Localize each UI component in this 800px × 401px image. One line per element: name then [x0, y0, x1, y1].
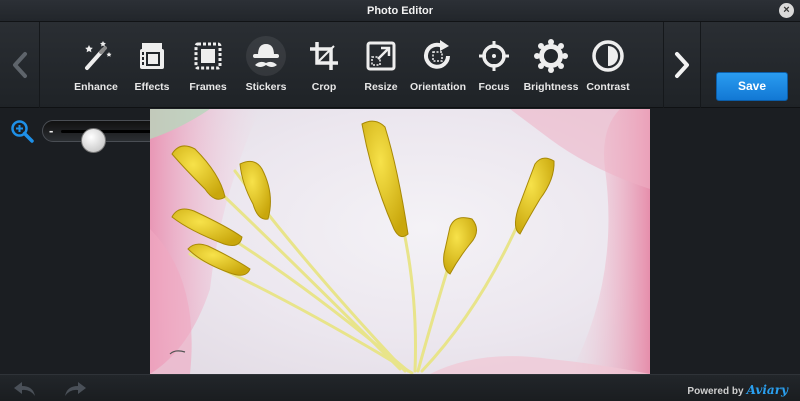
window-title: Photo Editor [367, 5, 433, 17]
toolbar: Enhance Effects Frames Stickers Crop Res… [0, 22, 800, 108]
title-bar: Photo Editor × [0, 0, 800, 22]
redo-button[interactable] [62, 379, 88, 399]
magic-wand-icon [79, 39, 113, 73]
focus-icon [477, 39, 511, 73]
crop-icon [307, 39, 341, 73]
tool-contrast-label: Contrast [586, 81, 630, 93]
scroll-right-button[interactable] [663, 22, 701, 108]
chevron-right-icon [675, 52, 689, 78]
redo-icon [65, 382, 86, 396]
lily-photo [150, 109, 650, 374]
powered-by: Powered by Aviary [687, 383, 788, 397]
contrast-icon [591, 39, 625, 73]
tool-resize[interactable]: Resize [351, 22, 411, 108]
save-button[interactable]: Save [716, 72, 788, 101]
tool-effects[interactable]: Effects [122, 22, 182, 108]
workspace: - + [0, 109, 800, 374]
photo-canvas[interactable] [150, 109, 650, 374]
sun-icon [534, 39, 568, 73]
zoom-knob[interactable] [80, 128, 106, 153]
undo-button[interactable] [12, 379, 38, 399]
tool-stickers[interactable]: Stickers [236, 22, 296, 108]
powered-by-label: Powered by [687, 386, 744, 397]
zoom-minus-label: - [49, 123, 54, 138]
film-strip-icon [135, 39, 169, 73]
hat-mustache-icon [246, 36, 286, 76]
tool-orientation[interactable]: Orientation [408, 22, 468, 108]
tool-contrast[interactable]: Contrast [578, 22, 638, 108]
close-button[interactable]: × [779, 3, 794, 18]
footer: Powered by Aviary [0, 374, 800, 401]
chevron-left-icon [12, 52, 27, 78]
tool-brightness[interactable]: Brightness [521, 22, 581, 108]
resize-icon [364, 39, 398, 73]
frame-icon [191, 39, 225, 73]
brand-logo: Aviary [746, 383, 788, 397]
tool-enhance[interactable]: Enhance [66, 22, 126, 108]
tool-crop[interactable]: Crop [294, 22, 354, 108]
undo-icon [14, 382, 35, 396]
tool-frames[interactable]: Frames [178, 22, 238, 108]
rotate-icon [421, 39, 455, 73]
scroll-left-button[interactable] [0, 22, 40, 108]
zoom-in-icon[interactable] [10, 119, 34, 143]
tool-focus[interactable]: Focus [464, 22, 524, 108]
